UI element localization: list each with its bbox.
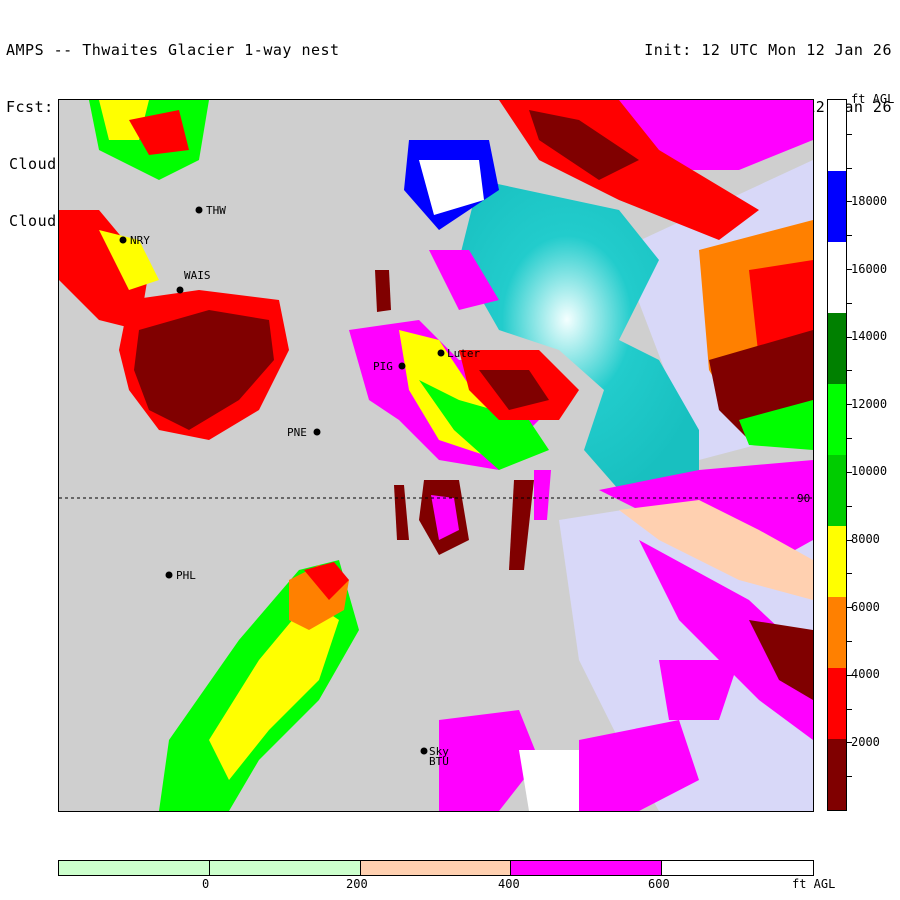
station-label-wais: WAIS: [184, 269, 211, 282]
meridian-label: 90 W: [797, 492, 813, 505]
station-dot-pig: [398, 362, 406, 370]
colorbar-segment: [828, 171, 846, 242]
station-label-btu: BTU: [429, 755, 449, 768]
colorbar-segment: [828, 739, 846, 810]
colorbar-h-segment: [662, 861, 813, 875]
colorbar-tick: [847, 505, 852, 507]
station-label-luter: Luter: [447, 347, 480, 360]
colorbar-segment: [828, 100, 846, 171]
cb-label-18000: 18000: [851, 194, 888, 208]
colorbar-tick: [847, 708, 852, 710]
station-dot-pne: [313, 428, 321, 436]
colorbar-h-segment: [360, 861, 512, 875]
station-label-phl: PHL: [176, 569, 196, 582]
cb-label-8000: 8000: [851, 532, 880, 546]
cb-label-10000: 10000: [851, 464, 888, 478]
colorbar-h-segment: [209, 861, 361, 875]
colorbar-unit-label: ft AGL: [851, 92, 895, 106]
map-panel[interactable]: 90 W THW NRY WAIS PIG Luter PNE PHL: [58, 99, 814, 812]
colorbar-tick: [847, 302, 852, 304]
colorbar-tick: [847, 573, 852, 575]
colorbar-segment: [828, 597, 846, 668]
station-dot-wais: [176, 286, 184, 294]
station-dot-sky: [420, 747, 428, 755]
colorbar-tick: [847, 438, 852, 440]
station-label-pig: PIG: [373, 360, 393, 373]
hb-unit-label: ft AGL: [792, 877, 836, 891]
colorbar-tick: [847, 133, 852, 135]
cb-label-14000: 14000: [851, 329, 888, 343]
colorbar-tick: [847, 370, 852, 372]
hb-label-0: 0: [202, 877, 210, 891]
colorbar-h-segment: [59, 861, 210, 875]
station-dot-nry: [119, 236, 127, 244]
station-label-pne: PNE: [287, 426, 307, 439]
colorbar-tick: [847, 167, 852, 169]
cloud-ceiling-map[interactable]: 90 W THW NRY WAIS PIG Luter PNE PHL: [59, 100, 813, 811]
station-btu[interactable]: BTU: [429, 755, 449, 768]
colorbar-vertical: [827, 99, 852, 811]
station-dot-phl: [165, 571, 173, 579]
colorbar-segment: [828, 526, 846, 597]
colorbar-segment: [828, 384, 846, 455]
cb-label-2000: 2000: [851, 735, 880, 749]
colorbar-tick: [847, 776, 852, 778]
station-dot-luter: [437, 349, 445, 357]
station-label-nry: NRY: [130, 234, 150, 247]
colorbar-tick: [847, 235, 852, 237]
cb-label-4000: 4000: [851, 667, 880, 681]
hb-label-200: 200: [346, 877, 368, 891]
colorbar-h-segment: [511, 861, 663, 875]
map-title: AMPS -- Thwaites Glacier 1-way nest: [6, 41, 340, 59]
init-time: Init: 12 UTC Mon 12 Jan 26: [644, 41, 892, 59]
colorbar-horizontal: [58, 860, 814, 876]
cb-label-12000: 12000: [851, 397, 888, 411]
cb-label-16000: 16000: [851, 262, 888, 276]
colorbar-segment: [828, 668, 846, 739]
colorbar-segment: [828, 242, 846, 313]
colorbar-segment: [828, 313, 846, 384]
cloud-patch-darkred-north: [375, 270, 391, 312]
hb-label-400: 400: [498, 877, 520, 891]
station-label-thw: THW: [206, 204, 226, 217]
colorbar-tick: [847, 640, 852, 642]
station-dot-thw: [195, 206, 203, 214]
hb-label-600: 600: [648, 877, 670, 891]
cb-label-6000: 6000: [851, 600, 880, 614]
colorbar-segment: [828, 455, 846, 526]
